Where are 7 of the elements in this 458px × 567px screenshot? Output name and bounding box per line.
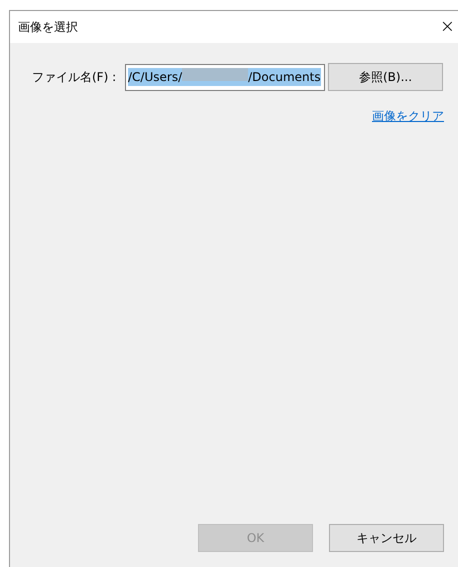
window-title: 画像を選択: [18, 19, 78, 36]
cancel-button[interactable]: キャンセル: [329, 524, 444, 552]
field-label: ファイル名(F) :: [32, 69, 118, 86]
file-name-field[interactable]: /C/Users/ /Documents: [125, 64, 325, 90]
browse-button[interactable]: 参照(B)...: [328, 63, 443, 91]
clear-image-link[interactable]: 画像をクリア: [372, 107, 444, 125]
close-button[interactable]: ×: [440, 18, 455, 36]
